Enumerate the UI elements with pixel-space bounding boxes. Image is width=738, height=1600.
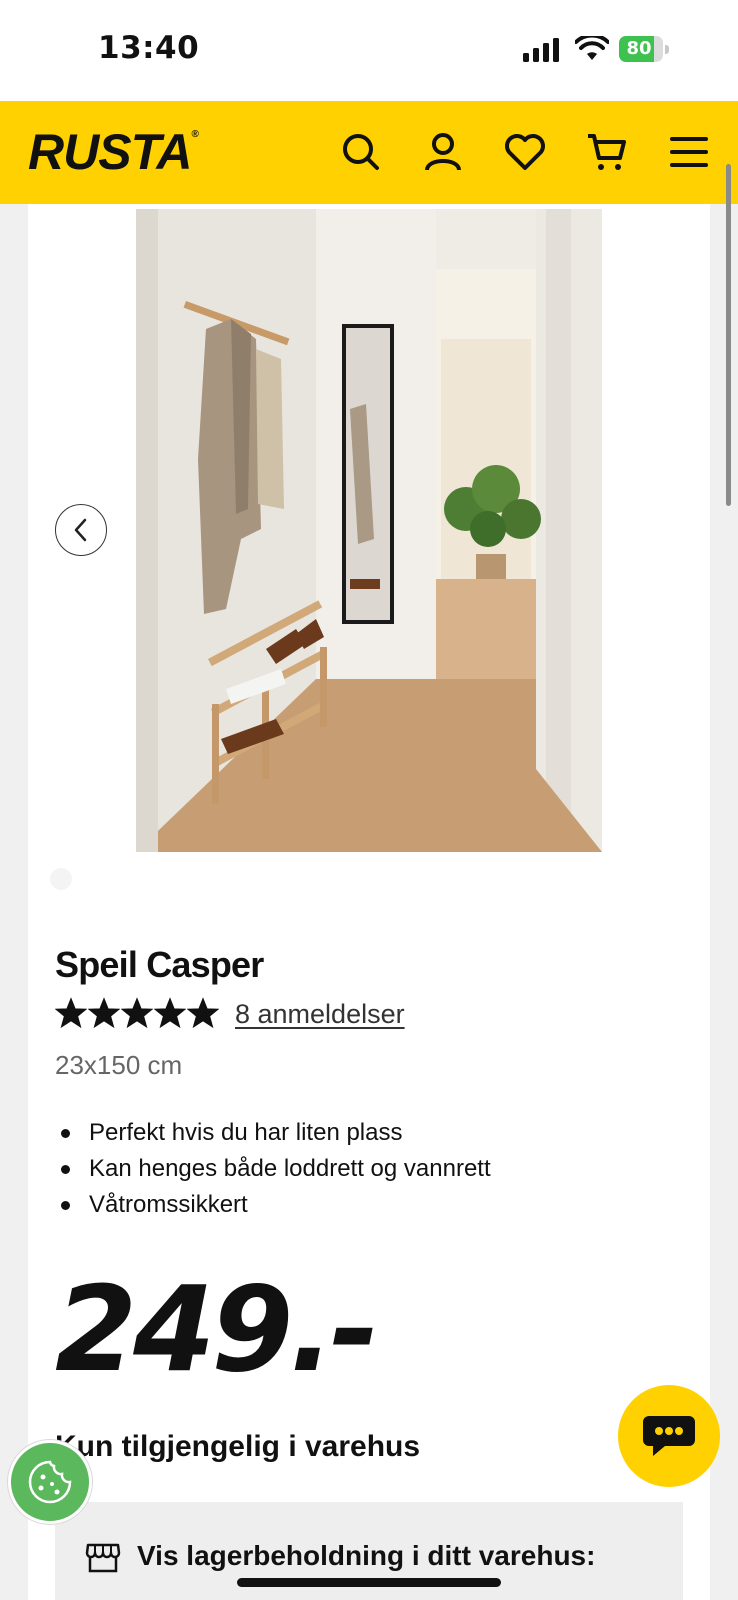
product-title: Speil Casper bbox=[55, 944, 264, 985]
star-icon bbox=[121, 997, 153, 1029]
heart-icon[interactable] bbox=[502, 129, 548, 175]
search-icon[interactable] bbox=[338, 129, 384, 175]
signal-icon bbox=[523, 38, 559, 62]
feature-list: Perfekt hvis du har liten plass Kan heng… bbox=[55, 1115, 491, 1223]
chevron-left-icon bbox=[74, 518, 87, 542]
chat-icon bbox=[643, 1416, 695, 1456]
status-bar: 13:40 80 bbox=[0, 0, 738, 101]
battery-icon: 80 bbox=[619, 36, 673, 64]
product-price: 249.- bbox=[55, 1260, 379, 1398]
star-icon bbox=[187, 997, 219, 1029]
wifi-icon bbox=[575, 36, 609, 60]
image-thumbnail-indicator[interactable] bbox=[50, 868, 72, 890]
previous-image-button[interactable] bbox=[55, 504, 107, 556]
chat-button[interactable] bbox=[618, 1385, 720, 1487]
menu-icon[interactable] bbox=[666, 129, 712, 175]
star-icon bbox=[154, 997, 186, 1029]
cookie-settings-button[interactable] bbox=[8, 1440, 92, 1524]
home-indicator bbox=[237, 1578, 501, 1587]
rusta-logo[interactable]: RUSTA® bbox=[28, 123, 199, 181]
star-icon bbox=[88, 997, 120, 1029]
product-size: 23x150 cm bbox=[55, 1050, 183, 1080]
battery-level: 80 bbox=[626, 38, 652, 59]
availability-text: Kun tilgjengelig i varehus bbox=[55, 1430, 421, 1463]
status-time: 13:40 bbox=[98, 30, 200, 66]
reviews-link[interactable]: 8 anmeldelser bbox=[235, 999, 405, 1030]
feature-item: Perfekt hvis du har liten plass bbox=[55, 1115, 491, 1151]
store-icon bbox=[85, 1543, 121, 1573]
product-image[interactable] bbox=[136, 209, 602, 852]
cookie-icon bbox=[28, 1460, 72, 1504]
scrollbar[interactable] bbox=[726, 164, 731, 506]
stock-label: Vis lagerbeholdning i ditt varehus: bbox=[137, 1540, 596, 1571]
star-icon bbox=[55, 997, 87, 1029]
feature-item: Kan henges både loddrett og vannrett bbox=[55, 1151, 491, 1187]
rating-stars[interactable] bbox=[55, 997, 219, 1029]
cart-icon[interactable] bbox=[584, 129, 630, 175]
account-icon[interactable] bbox=[420, 129, 466, 175]
site-header: RUSTA® bbox=[0, 101, 738, 204]
feature-item: Våtromssikkert bbox=[55, 1187, 491, 1223]
